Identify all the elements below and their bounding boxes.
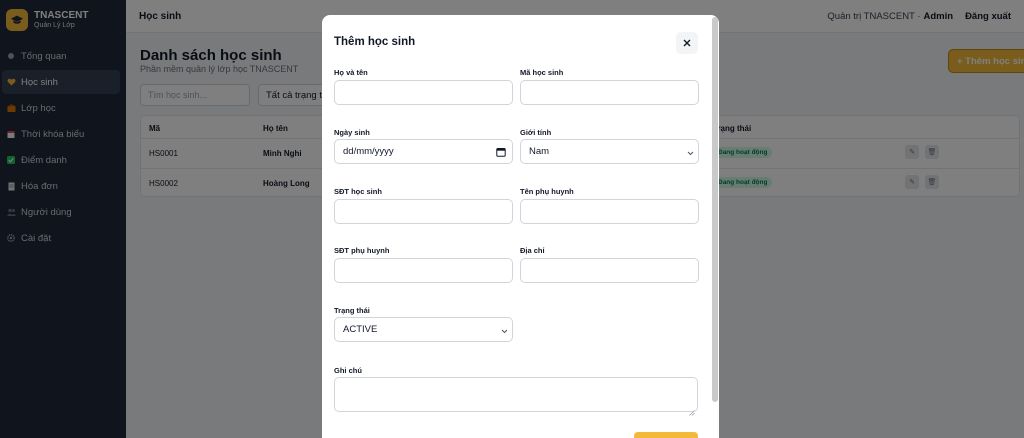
modal-scrollbar[interactable] (712, 17, 718, 402)
gender-select[interactable]: Nam (520, 139, 699, 164)
save-button[interactable] (634, 432, 698, 438)
full-name-label: Họ và tên (334, 68, 368, 77)
add-student-modal: Thêm học sinh Họ và tên Mã học sinh Ngày… (322, 15, 719, 438)
status-select[interactable]: ACTIVE (334, 317, 513, 342)
close-button[interactable] (676, 32, 698, 54)
dob-label: Ngày sinh (334, 128, 370, 137)
address-input[interactable] (520, 258, 699, 283)
calendar-icon[interactable] (496, 147, 506, 160)
parent-name-input[interactable] (520, 199, 699, 224)
student-code-input[interactable] (520, 80, 699, 105)
parent-phone-input[interactable] (334, 258, 513, 283)
modal-title: Thêm học sinh (334, 36, 416, 48)
student-phone-input[interactable] (334, 199, 513, 224)
dob-input[interactable]: dd/mm/yyyy (334, 139, 513, 164)
student-phone-label: SĐT học sinh (334, 187, 382, 196)
chevron-down-icon (687, 148, 694, 159)
parent-phone-label: SĐT phụ huynh (334, 246, 390, 255)
address-label: Địa chỉ (520, 246, 545, 255)
parent-name-label: Tên phụ huynh (520, 187, 574, 196)
note-textarea[interactable] (334, 377, 698, 416)
gender-label: Giới tính (520, 128, 552, 137)
resize-handle-icon[interactable] (689, 403, 695, 416)
chevron-down-icon (501, 326, 508, 337)
note-label: Ghi chú (334, 366, 362, 375)
dob-value: dd/mm/yyyy (343, 146, 394, 157)
status-value: ACTIVE (343, 324, 378, 335)
gender-value: Nam (529, 146, 550, 157)
full-name-input[interactable] (334, 80, 513, 105)
student-code-label: Mã học sinh (520, 68, 564, 77)
status-label: Trạng thái (334, 306, 370, 315)
close-icon (683, 34, 691, 52)
